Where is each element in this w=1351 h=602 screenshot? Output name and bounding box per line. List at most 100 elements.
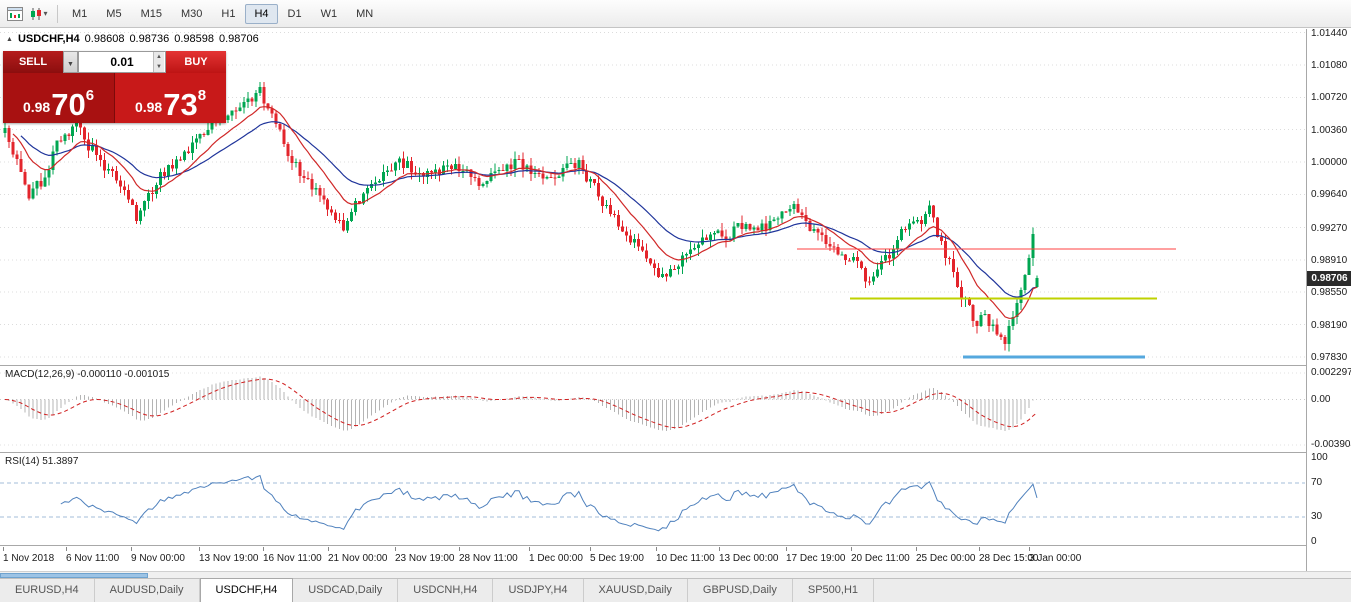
timeframe-button-mn[interactable]: MN bbox=[347, 4, 382, 24]
buy-price-pip: 8 bbox=[198, 87, 206, 104]
sell-price-prefix: 0.98 bbox=[23, 99, 50, 115]
time-tick bbox=[851, 547, 852, 551]
chart-title: ▲ USDCHF,H4 0.98608 0.98736 0.98598 0.98… bbox=[6, 33, 259, 45]
price-axis-label: 1.00720 bbox=[1311, 92, 1347, 103]
chart-symbol: USDCHF,H4 bbox=[18, 33, 80, 45]
time-axis[interactable]: 1 Nov 20186 Nov 11:009 Nov 00:0013 Nov 1… bbox=[0, 547, 1306, 571]
time-tick bbox=[263, 547, 264, 551]
price-axis-label: 1.01080 bbox=[1311, 60, 1347, 71]
macd-indicator-panel[interactable]: MACD(12,26,9) -0.000110 -0.001015 bbox=[0, 367, 1306, 453]
time-axis-label: 5 Dec 19:00 bbox=[590, 553, 644, 564]
lot-size-field[interactable]: 0.01 ▲ ▼ bbox=[78, 51, 166, 73]
time-axis-label: 10 Dec 11:00 bbox=[656, 553, 715, 564]
time-tick bbox=[590, 547, 591, 551]
lot-spinner: ▲ ▼ bbox=[153, 52, 164, 72]
chart-tab-xauusd[interactable]: XAUUSD,Daily bbox=[584, 579, 688, 602]
price-axis-label: 0.99270 bbox=[1311, 223, 1347, 234]
price-axis-label: 0.98550 bbox=[1311, 287, 1347, 298]
buy-price-display[interactable]: 0.98 73 8 bbox=[115, 73, 226, 123]
time-tick bbox=[529, 547, 530, 551]
time-tick bbox=[786, 547, 787, 551]
sell-price-pip: 6 bbox=[86, 87, 94, 104]
lot-decrease-button[interactable]: ▼ bbox=[153, 62, 164, 72]
chart-tab-usdcnh[interactable]: USDCNH,H4 bbox=[398, 579, 493, 602]
lot-preset-dropdown[interactable]: ▼ bbox=[63, 51, 78, 73]
time-axis-label: 13 Dec 00:00 bbox=[719, 553, 779, 564]
chart-tab-audusd[interactable]: AUDUSD,Daily bbox=[95, 579, 200, 602]
rsi-axis-label: 0 bbox=[1311, 536, 1317, 547]
timeframe-button-d1[interactable]: D1 bbox=[279, 4, 311, 24]
timeframe-button-h4[interactable]: H4 bbox=[245, 4, 277, 24]
timeframe-button-h1[interactable]: H1 bbox=[212, 4, 244, 24]
price-axis[interactable]: 1.014401.010801.007201.003601.000000.996… bbox=[1306, 29, 1351, 571]
chart-tabs-bar: EURUSD,H4AUDUSD,DailyUSDCHF,H4USDCAD,Dai… bbox=[0, 578, 1351, 602]
chart-tab-usdjpy[interactable]: USDJPY,H4 bbox=[493, 579, 583, 602]
time-axis-label: 23 Nov 19:00 bbox=[395, 553, 455, 564]
time-axis-label: 21 Nov 00:00 bbox=[328, 553, 388, 564]
sell-price-big: 70 bbox=[51, 91, 85, 118]
chart-tab-eurusd[interactable]: EURUSD,H4 bbox=[0, 579, 95, 602]
timeframe-button-m15[interactable]: M15 bbox=[132, 4, 171, 24]
sell-price-display[interactable]: 0.98 70 6 bbox=[3, 73, 115, 123]
macd-axis-label: 0.00 bbox=[1311, 394, 1330, 405]
rsi-chart[interactable] bbox=[0, 454, 1306, 546]
caret-down-icon: ▾ bbox=[43, 9, 47, 18]
time-axis-label: 1 Dec 00:00 bbox=[529, 553, 583, 564]
time-tick bbox=[979, 547, 980, 551]
time-axis-label: 6 Nov 11:00 bbox=[66, 553, 119, 564]
ohlc-high: 0.98736 bbox=[129, 33, 169, 45]
chart-tab-usdchf[interactable]: USDCHF,H4 bbox=[200, 578, 294, 602]
horizontal-scrollbar[interactable] bbox=[0, 571, 1351, 578]
time-axis-label: 17 Dec 19:00 bbox=[786, 553, 846, 564]
price-axis-label: 0.97830 bbox=[1311, 352, 1347, 363]
rsi-axis-label: 30 bbox=[1311, 511, 1322, 522]
chart-tab-sp500[interactable]: SP500,H1 bbox=[793, 579, 874, 602]
trading-terminal: ▾ M1M5M15M30H1H4D1W1MN ▲ USDCHF,H4 0.986… bbox=[0, 0, 1351, 602]
time-axis-label: 3 Jan 00:00 bbox=[1029, 553, 1081, 564]
sell-button[interactable]: SELL bbox=[3, 51, 63, 73]
one-click-trading-panel: SELL ▼ 0.01 ▲ ▼ BUY 0.98 70 6 bbox=[3, 51, 226, 123]
chart-window-glyph bbox=[7, 7, 23, 21]
macd-chart[interactable] bbox=[0, 367, 1306, 453]
time-axis-label: 25 Dec 00:00 bbox=[916, 553, 976, 564]
price-axis-label: 1.00000 bbox=[1311, 157, 1347, 168]
price-chart-panel[interactable]: ▲ USDCHF,H4 0.98608 0.98736 0.98598 0.98… bbox=[0, 29, 1306, 366]
time-tick bbox=[395, 547, 396, 551]
timeframe-button-m30[interactable]: M30 bbox=[172, 4, 211, 24]
time-axis-label: 9 Nov 00:00 bbox=[131, 553, 185, 564]
rsi-indicator-panel[interactable]: RSI(14) 51.3897 bbox=[0, 454, 1306, 546]
timeframe-button-m5[interactable]: M5 bbox=[97, 4, 130, 24]
ohlc-open: 0.98608 bbox=[85, 33, 125, 45]
ohlc-low: 0.98598 bbox=[174, 33, 214, 45]
chart-tab-usdcad[interactable]: USDCAD,Daily bbox=[293, 579, 398, 602]
time-tick bbox=[719, 547, 720, 551]
timeframe-button-m1[interactable]: M1 bbox=[63, 4, 96, 24]
time-axis-label: 28 Nov 11:00 bbox=[459, 553, 518, 564]
lot-size-value: 0.01 bbox=[110, 55, 133, 69]
time-tick bbox=[656, 547, 657, 551]
rsi-axis-label: 100 bbox=[1311, 452, 1328, 463]
chart-type-dropdown[interactable]: ▾ bbox=[28, 4, 50, 24]
price-axis-label: 1.01440 bbox=[1311, 28, 1347, 39]
time-axis-label: 16 Nov 11:00 bbox=[263, 553, 322, 564]
time-axis-label: 20 Dec 11:00 bbox=[851, 553, 910, 564]
macd-title: MACD(12,26,9) -0.000110 -0.001015 bbox=[5, 369, 169, 380]
chart-window-icon[interactable] bbox=[4, 4, 26, 24]
time-tick bbox=[131, 547, 132, 551]
buy-price-big: 73 bbox=[163, 91, 197, 118]
price-axis-label: 0.98910 bbox=[1311, 255, 1347, 266]
price-axis-label: 0.98190 bbox=[1311, 320, 1347, 331]
time-tick bbox=[66, 547, 67, 551]
trade-controls-row: SELL ▼ 0.01 ▲ ▼ BUY bbox=[3, 51, 226, 73]
ohlc-close: 0.98706 bbox=[219, 33, 259, 45]
price-axis-label: 1.00360 bbox=[1311, 125, 1347, 136]
lot-increase-button[interactable]: ▲ bbox=[153, 52, 164, 62]
macd-axis-label: -0.003904 bbox=[1311, 439, 1351, 450]
candlestick-type-icon bbox=[30, 7, 42, 21]
time-tick bbox=[199, 547, 200, 551]
timeframe-button-w1[interactable]: W1 bbox=[312, 4, 347, 24]
time-tick bbox=[459, 547, 460, 551]
time-axis-label: 13 Nov 19:00 bbox=[199, 553, 259, 564]
chart-tab-gbpusd[interactable]: GBPUSD,Daily bbox=[688, 579, 793, 602]
buy-button[interactable]: BUY bbox=[166, 51, 226, 73]
